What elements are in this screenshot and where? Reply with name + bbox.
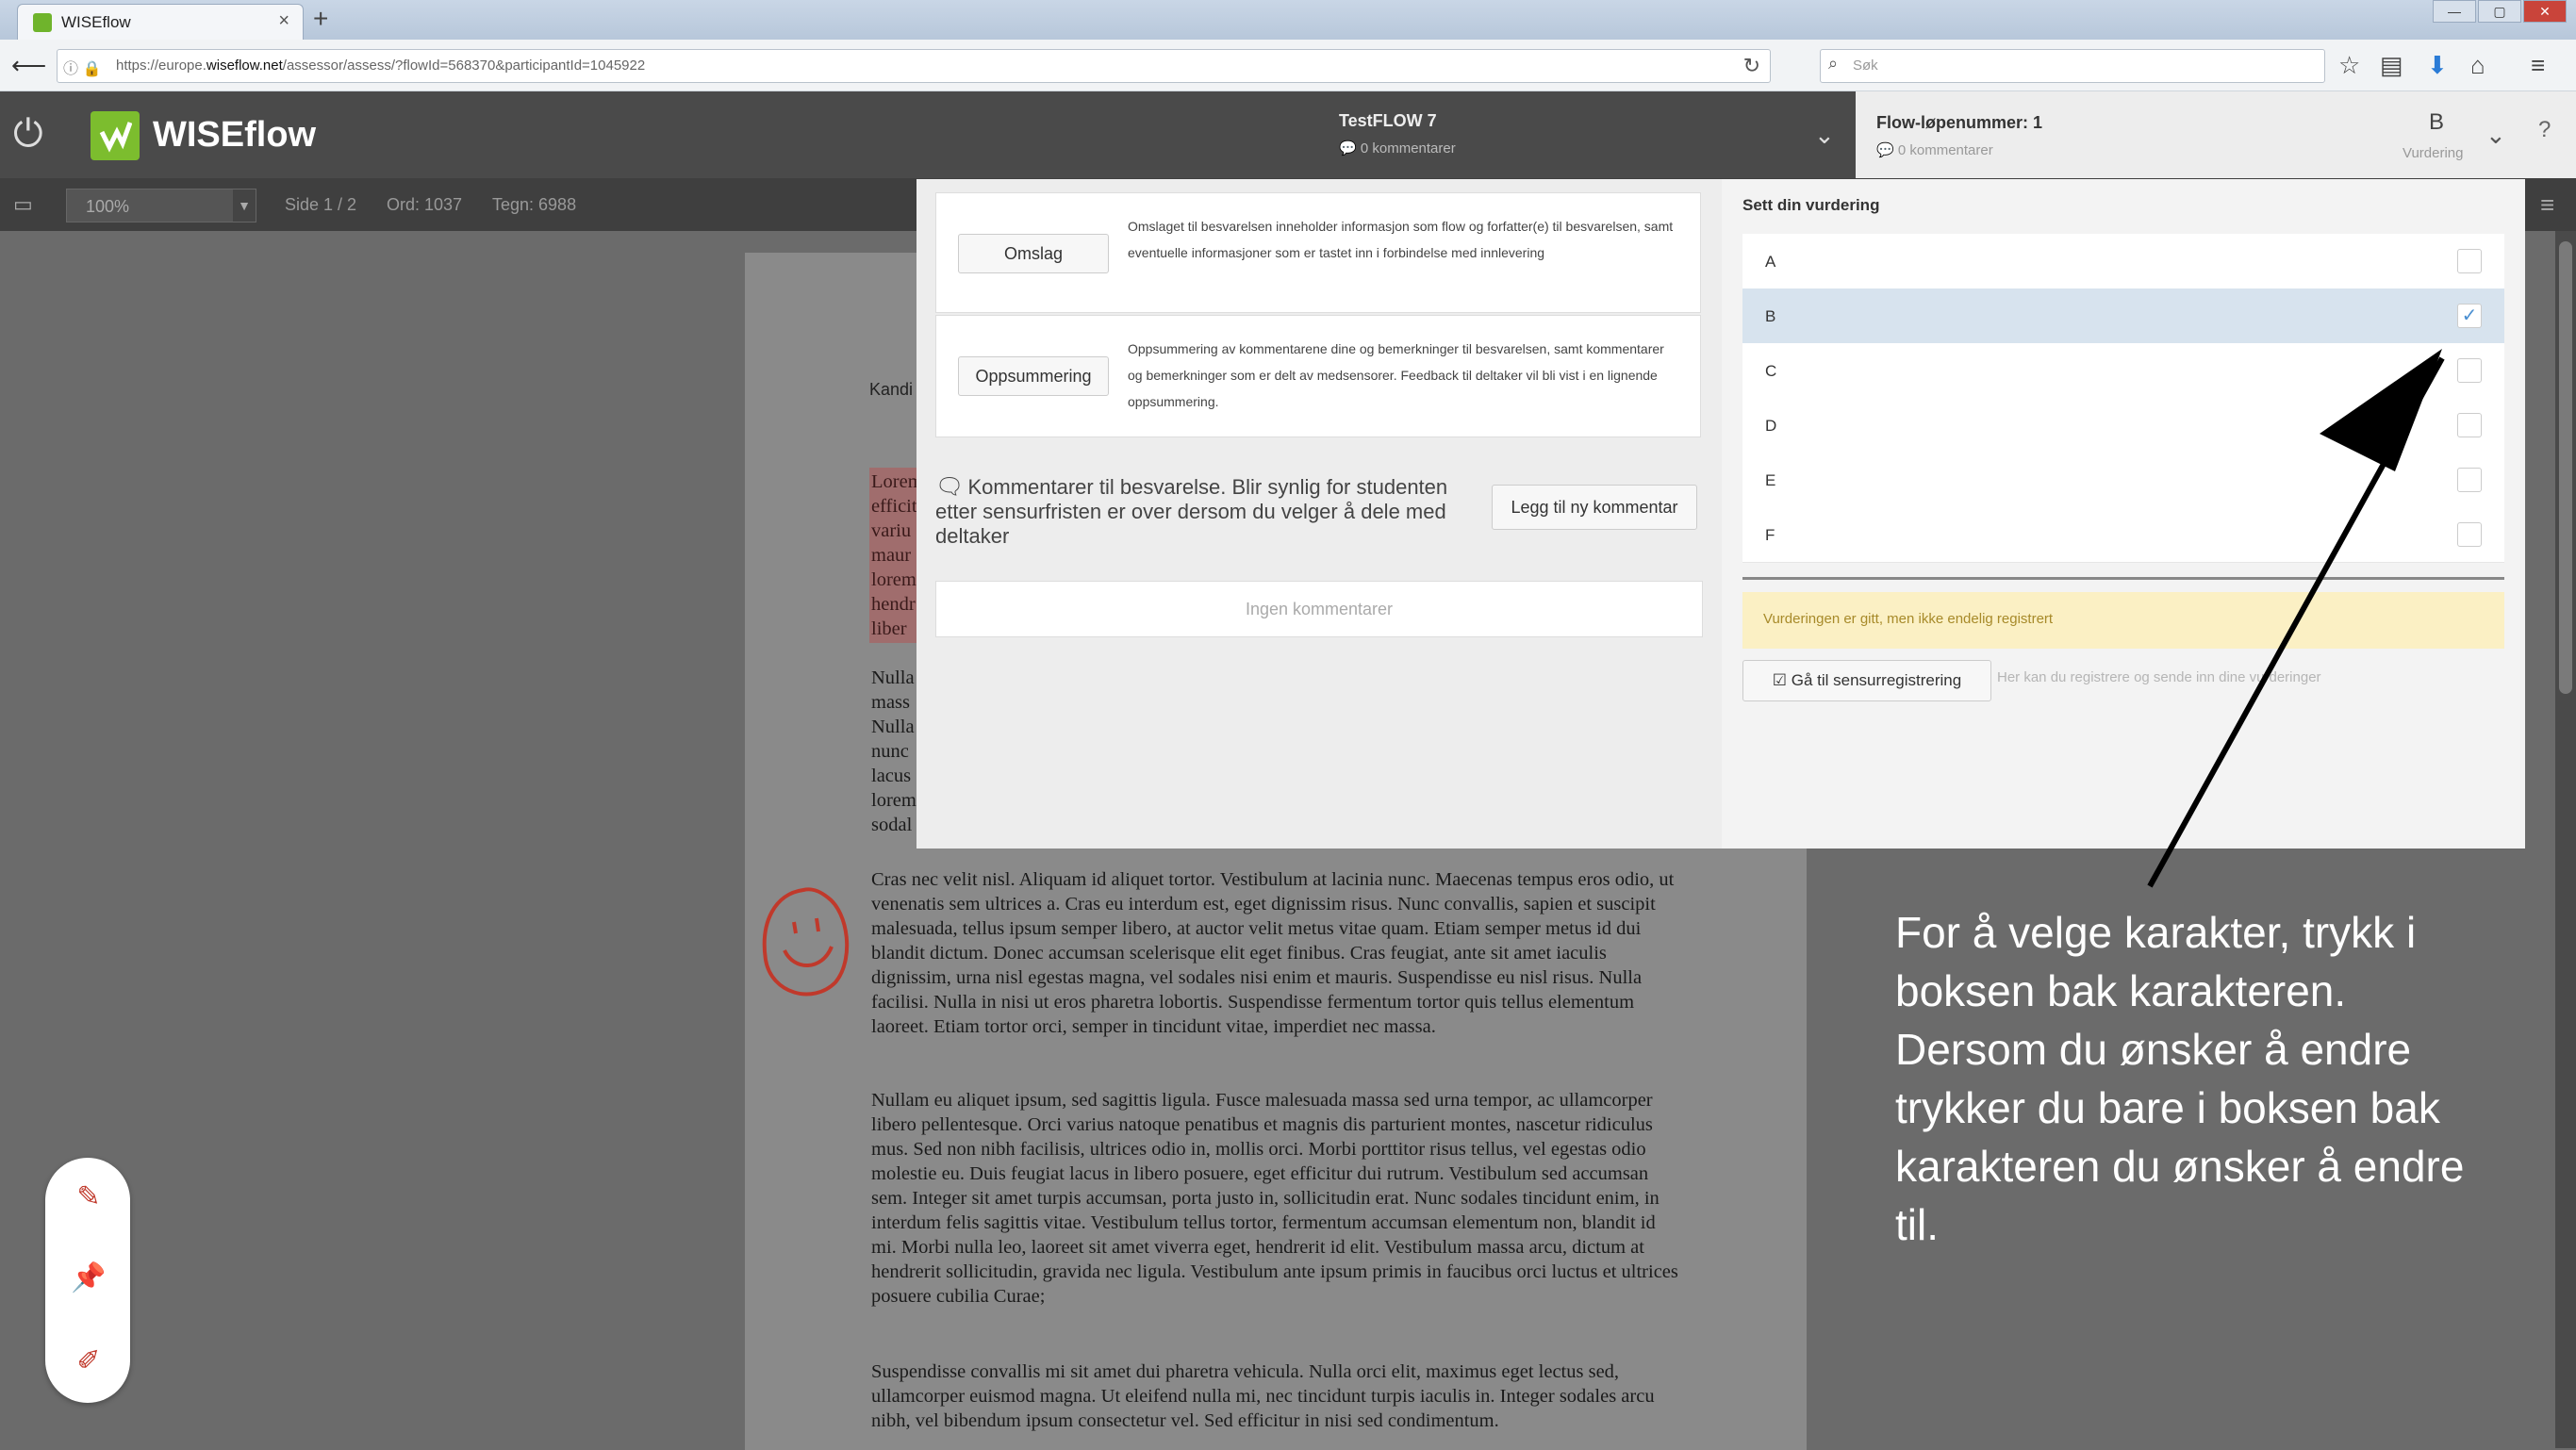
grade-label: Vurdering (2403, 145, 2464, 161)
tab-title: WISEflow (61, 13, 131, 31)
summary-button[interactable]: Oppsummering (958, 356, 1109, 396)
eraser-icon[interactable]: ✐ (70, 1343, 107, 1380)
dropdown-arrow-icon: ▼ (233, 189, 256, 222)
annotation-tools: ✎ 📌 ✐ (45, 1158, 130, 1403)
assessment-header-panel (1856, 91, 2576, 178)
sidebar-toggle-icon[interactable]: ≡ (2540, 190, 2554, 220)
comment-icon: 💬 (1339, 140, 1361, 157)
flow-title: TestFLOW 7 (1339, 111, 1437, 130)
document-paragraph: Cras nec velit nisl. Aliquam id aliquet … (871, 869, 1675, 1037)
window-controls: — ▢ ✕ (2433, 0, 2576, 23)
clipboard-icon[interactable]: ▤ (2380, 51, 2403, 80)
comment-icon: 🗨 (935, 474, 965, 500)
summary-description: Oppsummering av kommentarene dine og bem… (1128, 341, 1664, 409)
char-count: Tegn: 6988 (492, 195, 577, 214)
back-arrow-icon[interactable]: ⟵ (11, 49, 46, 81)
check-circle-icon: ☑ (1772, 671, 1792, 689)
checkmark-icon[interactable]: ✓ (2457, 304, 2482, 328)
new-tab-button[interactable]: + (313, 4, 328, 34)
home-icon[interactable]: ⌂ (2470, 51, 2485, 80)
scrollbar-thumb[interactable] (2559, 241, 2572, 694)
text-fragment: Lorem efficit variu maur lorem hendr lib… (871, 471, 918, 639)
maximize-button[interactable]: ▢ (2478, 0, 2521, 23)
url-text: https://europe.wiseflow.net/assessor/ass… (116, 58, 646, 74)
power-icon[interactable]: ⏻ (13, 113, 43, 156)
menu-icon[interactable]: ≡ (2531, 51, 2545, 80)
comments-heading: 🗨 Kommentarer til besvarelse. Blir synlig… (935, 474, 1448, 549)
tab-close-icon[interactable]: × (278, 10, 289, 32)
site-info-icon[interactable]: ⓘ 🔒 (63, 56, 101, 78)
instruction-arrow-icon (2147, 349, 2445, 888)
checkbox[interactable] (2457, 249, 2482, 273)
text-fragment: Nulla mass Nulla nunc lacus lorem sodal (871, 667, 916, 835)
browser-tab-bar (0, 0, 2576, 40)
grade-option-b[interactable]: B ✓ (1742, 288, 2504, 344)
word-count: Ord: 1037 (387, 195, 463, 214)
pin-icon[interactable]: 📌 (70, 1260, 107, 1297)
document-paragraph: Suspendisse convallis mi sit amet dui ph… (871, 1361, 1655, 1431)
chevron-down-icon[interactable]: ⌄ (1814, 121, 1835, 150)
minimize-button[interactable]: — (2433, 0, 2476, 23)
flow-number: Flow-løpenummer: 1 (1876, 113, 2043, 132)
current-grade: B (2429, 109, 2445, 135)
grading-heading: Sett din vurdering (1742, 196, 1880, 214)
candidate-label: Kandi (869, 380, 914, 399)
instruction-caption: For å velge karakter, trykk i boksen bak… (1895, 908, 2465, 1249)
browser-search-input[interactable]: ⌕ Søk (1820, 49, 2325, 83)
bookmark-star-icon[interactable]: ☆ (2338, 51, 2360, 80)
browser-tab[interactable]: WISEflow × (17, 4, 304, 41)
page-indicator: Side 1 / 2 (285, 195, 357, 214)
zoom-select[interactable]: 100% ▼ (66, 189, 256, 222)
go-to-registration-button[interactable]: ☑ Gå til sensurregistrering (1742, 660, 1991, 701)
flow-number-comments: 💬 0 kommentarer (1876, 142, 1993, 158)
search-placeholder: Søk (1853, 58, 1878, 74)
grade-option-a[interactable]: A (1742, 234, 2504, 289)
wiseflow-favicon (33, 13, 52, 32)
zoom-value: 100% (86, 197, 130, 216)
flow-comments-count: 💬 0 kommentarer (1339, 140, 1456, 157)
close-window-button[interactable]: ✕ (2523, 0, 2567, 23)
download-icon[interactable]: ⬇ (2427, 51, 2448, 80)
grade-chevron-down-icon[interactable]: ⌄ (2485, 121, 2506, 150)
reload-icon[interactable]: ↻ (1743, 54, 1760, 78)
document-paragraph: Nullam eu aliquet ipsum, sed sagittis li… (871, 1090, 1678, 1307)
smiley-annotation-icon[interactable] (756, 884, 854, 1007)
brand-name: WISEflow (153, 115, 317, 155)
help-icon[interactable]: ? (2538, 117, 2551, 143)
add-comment-button[interactable]: Legg til ny kommentar (1492, 485, 1697, 530)
pen-icon[interactable]: ✎ (70, 1178, 107, 1216)
comment-icon: 💬 (1876, 142, 1898, 158)
cover-button[interactable]: Omslag (958, 234, 1109, 273)
search-icon: ⌕ (1828, 54, 1839, 73)
no-comments-box: Ingen kommentarer (935, 581, 1703, 637)
cover-description: Omslaget til besvarelsen inneholder info… (1128, 219, 1674, 260)
wiseflow-logo (91, 111, 140, 160)
thumbnail-icon[interactable]: ▭ (13, 192, 33, 217)
address-bar[interactable]: ⓘ 🔒 https://europe.wiseflow.net/assessor… (57, 49, 1771, 83)
